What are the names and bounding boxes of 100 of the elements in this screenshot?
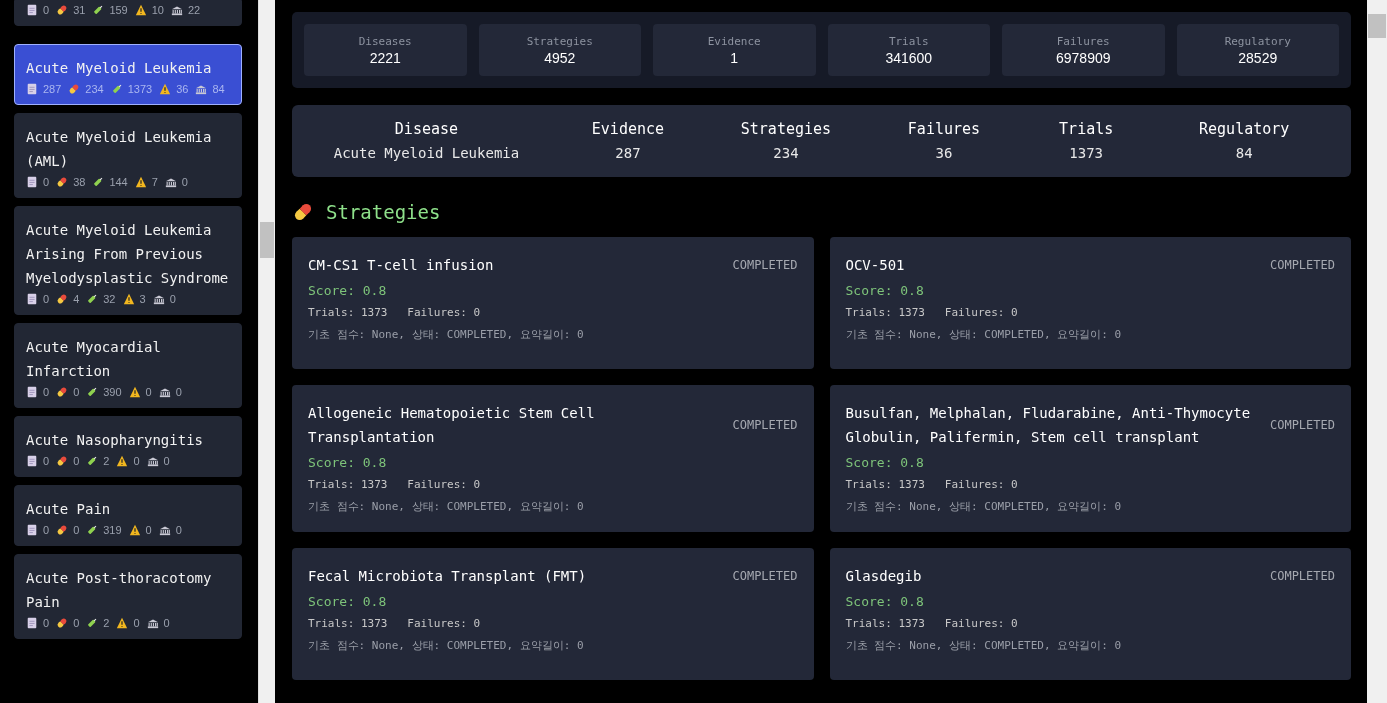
- stat-count: 0: [73, 455, 80, 467]
- stat-count: 2: [103, 617, 110, 629]
- disease-card[interactable]: Acute Pain 0 0 319 0 0: [14, 485, 242, 546]
- pill-icon: [56, 4, 69, 16]
- stat-count: 0: [43, 455, 50, 467]
- tile-label: Regulatory: [1224, 34, 1291, 48]
- syringe-icon: [86, 455, 99, 467]
- building-icon: [146, 617, 159, 629]
- summary-value: 36: [935, 144, 953, 163]
- disease-card[interactable]: Acute Myeloid Leukemia Arising From Previous Myelodysplastic Syndrome 0 4 32 3 0: [14, 206, 242, 315]
- pill-icon: [56, 455, 69, 467]
- document-icon: [26, 293, 38, 305]
- building-icon: [164, 176, 177, 188]
- warning-icon: [128, 524, 141, 536]
- warning-icon: [122, 293, 135, 305]
- disease-card[interactable]: Acute Myocardial Infarction 0 0 390 0 0: [14, 323, 242, 408]
- stat-count: 0: [175, 524, 182, 536]
- stat-count: 287: [43, 83, 62, 95]
- strategy-name: Busulfan, Melphalan, Fludarabine, Anti-Thymocyte Globulin, Palifermin, Stem cell transplant: [845, 404, 1252, 447]
- counts-text: Trials: 1373 Failures: 0: [308, 306, 482, 319]
- stat-count: 144: [109, 176, 128, 188]
- strategy-name: OCV-501: [845, 256, 905, 275]
- stat-count: 10: [151, 4, 164, 16]
- details-text: 기초 점수: None, 상태: COMPLETED, 요약길이: 0: [845, 327, 1123, 342]
- document-icon: [26, 524, 38, 536]
- stat-count: 0: [133, 617, 140, 629]
- score-text: Score: 0.8: [308, 594, 388, 609]
- score-text: Score: 0.8: [308, 283, 388, 298]
- stat-count: 3: [139, 293, 146, 305]
- section-title: Strategies: [326, 201, 441, 223]
- counts-text: Trials: 1373 Failures: 0: [845, 306, 1019, 319]
- strategy-name: CM-CS1 T-cell infusion: [308, 256, 494, 275]
- building-icon: [146, 455, 159, 467]
- stat-count: 22: [188, 4, 201, 16]
- details-text: 기초 점수: None, 상태: COMPLETED, 요약길이: 0: [308, 638, 585, 653]
- stat-count: 0: [169, 293, 176, 305]
- disease-card[interactable]: 0 31 159 10 22: [14, 0, 242, 26]
- status-label: COMPLETED: [1269, 258, 1335, 272]
- stat-count: 32: [103, 293, 116, 305]
- stat-count: 4: [73, 293, 80, 305]
- tile-value: 2221: [369, 49, 401, 66]
- stat-count: 0: [163, 617, 170, 629]
- counts-text: Trials: 1373 Failures: 0: [845, 478, 1019, 491]
- stat-count: 0: [73, 386, 80, 398]
- document-icon: [26, 617, 38, 629]
- disease-card[interactable]: Acute Nasopharyngitis 0 0 2 0 0: [14, 416, 242, 477]
- tile-label: Failures: [1056, 34, 1110, 48]
- score-text: Score: 0.8: [308, 455, 388, 470]
- details-text: 기초 점수: None, 상태: COMPLETED, 요약길이: 0: [308, 327, 585, 342]
- status-label: COMPLETED: [732, 418, 798, 432]
- stat-count: 1373: [127, 83, 153, 95]
- stat-count: 0: [181, 176, 188, 188]
- status-label: COMPLETED: [732, 569, 798, 583]
- syringe-icon: [92, 176, 105, 188]
- stat-count: 159: [109, 4, 128, 16]
- stat-count: 0: [145, 524, 152, 536]
- building-icon: [152, 293, 165, 305]
- document-icon: [26, 455, 38, 467]
- strategy-name: Allogeneic Hematopoietic Stem Cell Transplantation: [308, 404, 596, 447]
- status-label: COMPLETED: [1269, 418, 1335, 432]
- counts-text: Trials: 1373 Failures: 0: [308, 617, 482, 630]
- syringe-icon: [86, 524, 99, 536]
- stat-count: 0: [43, 617, 50, 629]
- stat-count: 36: [176, 83, 189, 95]
- warning-icon: [116, 617, 129, 629]
- tile-value: 6978909: [1056, 49, 1111, 66]
- summary-label: Trials: [1059, 119, 1114, 140]
- score-text: Score: 0.8: [845, 455, 925, 470]
- disease-card[interactable]: Acute Post-thoracotomy Pain 0 0 2 0 0: [14, 554, 242, 639]
- stat-count: 0: [43, 293, 50, 305]
- page-scrollbar[interactable]: [1367, 0, 1387, 703]
- tile-value: 28529: [1238, 49, 1278, 66]
- summary-label: Evidence: [591, 119, 665, 140]
- pill-icon: [68, 83, 81, 95]
- document-icon: [26, 176, 38, 188]
- status-label: COMPLETED: [732, 258, 798, 272]
- sidebar-scrollbar[interactable]: [258, 0, 275, 703]
- stat-count: 0: [43, 386, 50, 398]
- summary-label: Strategies: [740, 119, 832, 140]
- warning-icon: [159, 83, 172, 95]
- details-text: 기초 점수: None, 상태: COMPLETED, 요약길이: 0: [845, 638, 1123, 653]
- score-text: Score: 0.8: [845, 594, 925, 609]
- syringe-icon: [86, 617, 99, 629]
- disease-card[interactable]: Acute Myeloid Leukemia 287 234 1373 36 84: [14, 44, 242, 105]
- summary-label: Disease: [394, 119, 459, 140]
- summary-value: Acute Myeloid Leukemia: [333, 144, 520, 163]
- stat-count: 7: [151, 176, 158, 188]
- stat-count: 38: [73, 176, 86, 188]
- stat-count: 319: [103, 524, 122, 536]
- summary-value: 234: [773, 144, 799, 163]
- stat-count: 234: [85, 83, 104, 95]
- warning-icon: [134, 176, 147, 188]
- syringe-icon: [86, 386, 99, 398]
- counts-text: Trials: 1373 Failures: 0: [308, 478, 482, 491]
- pill-icon: [56, 386, 69, 398]
- disease-card[interactable]: Acute Myeloid Leukemia (AML) 0 38 144 7 0: [14, 113, 242, 198]
- building-icon: [195, 83, 208, 95]
- stat-count: 0: [43, 176, 50, 188]
- tile-label: Diseases: [358, 34, 412, 48]
- tile-value: 341600: [885, 49, 933, 66]
